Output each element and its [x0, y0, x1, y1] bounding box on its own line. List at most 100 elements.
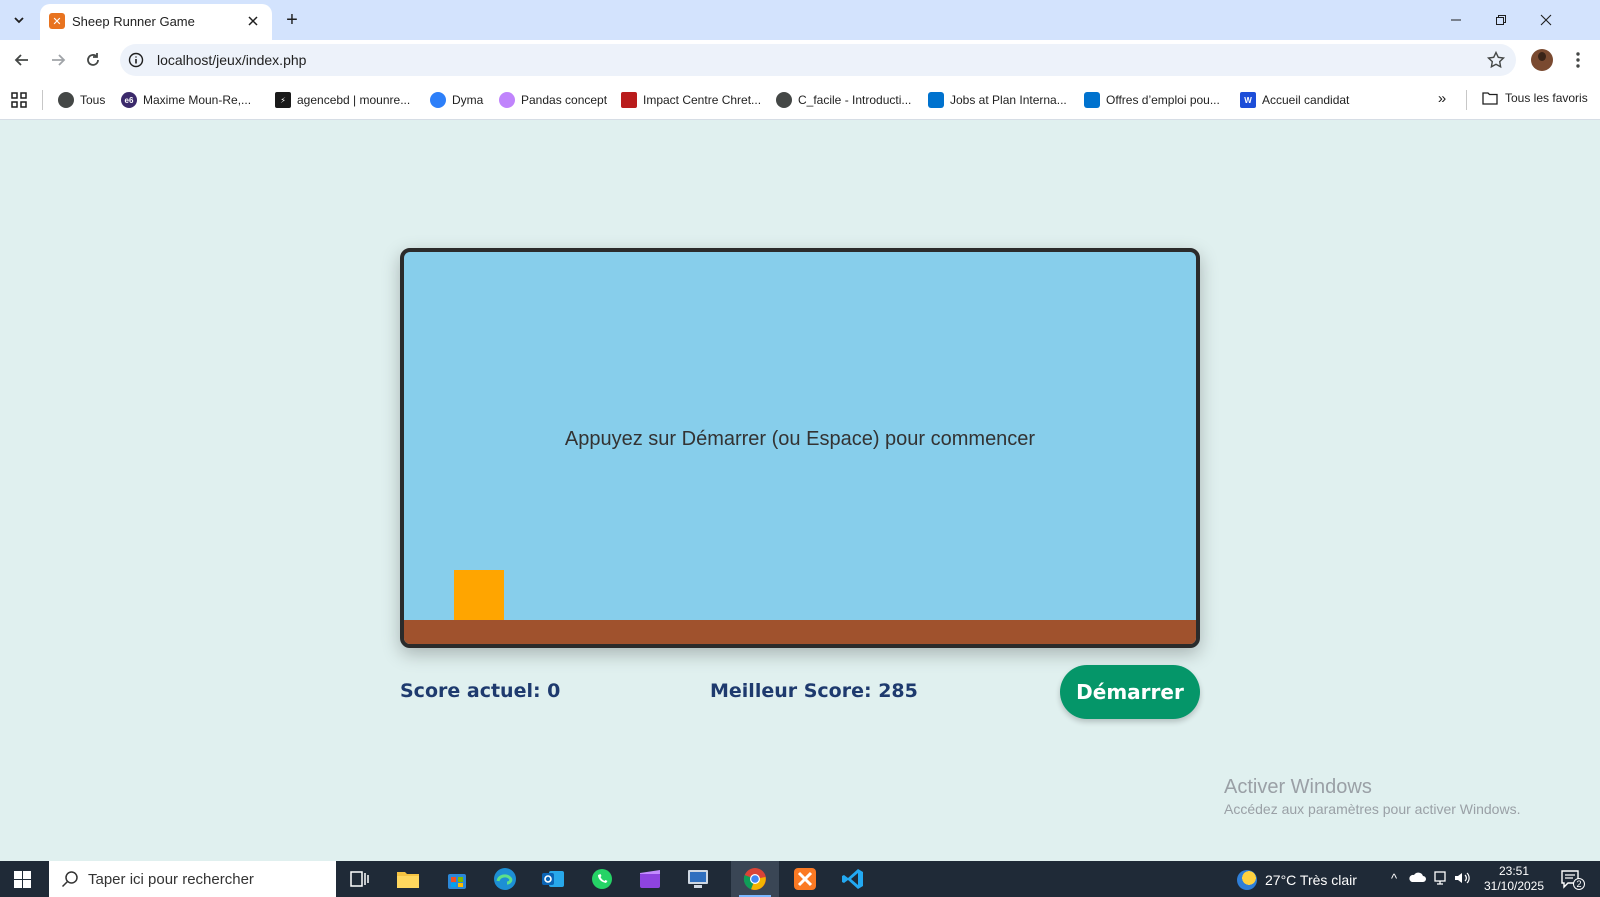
video-editor-icon[interactable] — [636, 865, 664, 893]
xampp-icon: ✕ — [49, 13, 65, 29]
chevron-double-right-icon: » — [1437, 90, 1447, 107]
bookmark-item[interactable]: e6 Maxime Moun-Re,... — [121, 91, 251, 109]
bookmark-label: Jobs at Plan Interna... — [950, 93, 1067, 107]
chevron-up-icon[interactable]: ^ — [1385, 870, 1403, 888]
bookmark-item[interactable]: Impact Centre Chret... — [621, 91, 761, 109]
taskbar-search[interactable]: Taper ici pour rechercher — [49, 861, 336, 897]
search-icon — [61, 871, 78, 888]
profile-avatar[interactable] — [1531, 49, 1553, 71]
dyma-icon — [430, 92, 446, 108]
agency-site-icon: ⚡ — [275, 92, 291, 108]
clock-time: 23:51 — [1498, 864, 1530, 878]
arrow-left-icon — [14, 54, 28, 66]
bookmark-label: C_facile - Introducti... — [798, 93, 912, 107]
watermark-title: Activer Windows — [1224, 776, 1372, 798]
tab-active[interactable]: ✕ Sheep Runner Game — [40, 4, 272, 40]
bookmark-label: agencebd | mounre... — [297, 93, 411, 107]
bookmark-label: Impact Centre Chret... — [643, 93, 762, 107]
weather-widget[interactable]: 27°C Très clair — [1237, 870, 1357, 890]
best-score: Meilleur Score: 285 — [710, 680, 918, 702]
onedrive-cloud-icon[interactable] — [1408, 870, 1426, 888]
minimize-button[interactable] — [1436, 6, 1476, 34]
close-icon — [1540, 14, 1552, 26]
tab-search-button[interactable] — [7, 8, 31, 32]
bookmark-item[interactable]: ⚡ agencebd | mounre... — [275, 91, 410, 109]
reload-button[interactable] — [81, 48, 105, 72]
plus-icon: + — [286, 9, 298, 31]
bookmark-star-icon[interactable] — [1486, 50, 1506, 70]
restore-button[interactable] — [1481, 6, 1521, 34]
back-button[interactable] — [10, 48, 34, 72]
forward-button[interactable] — [46, 48, 70, 72]
system-clock[interactable]: 23:51 31/10/2025 — [1478, 864, 1550, 894]
bookmark-item[interactable]: Tous — [58, 91, 105, 109]
globe-icon — [776, 92, 792, 108]
plan-international-icon — [1084, 92, 1100, 108]
address-bar[interactable]: localhost/jeux/index.php — [120, 44, 1516, 76]
bookmarks-bar: Tous e6 Maxime Moun-Re,... ⚡ agencebd | … — [0, 80, 1600, 120]
weather-moon-icon — [1237, 870, 1257, 890]
notification-count: 2 — [1573, 878, 1585, 890]
tab-title: Sheep Runner Game — [72, 14, 195, 29]
ground — [404, 620, 1196, 644]
bookmark-item[interactable]: Dyma — [430, 91, 483, 109]
task-view-icon[interactable] — [346, 865, 374, 893]
bookmark-item[interactable]: Pandas concept — [499, 91, 607, 109]
game-canvas[interactable]: Appuyez sur Démarrer (ou Espace) pour co… — [400, 248, 1200, 648]
bookmark-item[interactable]: Offres d’emploi pou... — [1084, 91, 1220, 109]
windows-activation-watermark: Activer Windows Accédez aux paramètres p… — [1224, 776, 1520, 817]
network-icon[interactable] — [1431, 870, 1449, 888]
bookmark-item[interactable]: Jobs at Plan Interna... — [928, 91, 1067, 109]
all-bookmarks-folder[interactable]: Tous les favoris — [1482, 91, 1588, 105]
tab-bar: ✕ Sheep Runner Game + — [0, 0, 1600, 40]
windows-taskbar: Taper ici pour rechercher 27°C Très clai… — [0, 861, 1600, 897]
windows-start-icon[interactable] — [14, 871, 31, 888]
bookmark-label: Offres d’emploi pou... — [1106, 93, 1220, 107]
whatsapp-icon[interactable] — [588, 865, 616, 893]
close-window-button[interactable] — [1526, 6, 1566, 34]
bookmark-label: Tous — [80, 93, 106, 107]
file-explorer-icon[interactable] — [394, 865, 422, 893]
divider — [42, 90, 43, 110]
profile-site-icon: e6 — [121, 92, 137, 108]
more-vert-icon[interactable] — [1568, 50, 1588, 70]
sheep-player — [454, 570, 504, 620]
watermark-subtitle: Accédez aux paramètres pour activer Wind… — [1224, 801, 1521, 817]
bookmark-label: Accueil candidat — [1262, 93, 1350, 107]
all-bookmarks-label: Tous les favoris — [1505, 91, 1588, 105]
outlook-icon[interactable] — [539, 865, 567, 893]
more-bookmarks-button[interactable]: » — [1432, 90, 1452, 110]
globe-icon — [58, 92, 74, 108]
new-tab-button[interactable]: + — [280, 9, 304, 33]
chrome-icon — [743, 868, 766, 890]
microsoft-store-icon[interactable] — [443, 865, 471, 893]
xampp-icon[interactable] — [791, 865, 819, 893]
workday-icon: W — [1240, 92, 1256, 108]
browser-toolbar: localhost/jeux/index.php — [0, 40, 1600, 80]
notification-center[interactable]: 2 — [1560, 869, 1585, 890]
start-button[interactable]: Démarrer — [1060, 665, 1200, 719]
tab-close-button[interactable] — [244, 12, 262, 30]
bookmark-label: Pandas concept — [521, 93, 608, 107]
remote-desktop-icon[interactable] — [684, 865, 712, 893]
edge-browser-icon[interactable] — [491, 865, 519, 893]
vscode-icon[interactable] — [839, 865, 867, 893]
close-icon — [248, 16, 258, 26]
pandas-icon — [499, 92, 515, 108]
chrome-taskbar-active[interactable] — [731, 861, 779, 897]
divider — [1466, 90, 1467, 110]
reload-icon — [87, 53, 99, 66]
current-score: Score actuel: 0 — [400, 680, 561, 702]
site-info-icon[interactable] — [128, 52, 144, 68]
arrow-right-icon — [52, 54, 66, 66]
search-placeholder: Taper ici pour rechercher — [88, 871, 254, 888]
volume-icon[interactable] — [1453, 870, 1471, 888]
plan-international-icon — [928, 92, 944, 108]
bookmark-label: Maxime Moun-Re,... — [143, 93, 252, 107]
bookmark-item[interactable]: W Accueil candidat — [1240, 91, 1349, 109]
bookmark-item[interactable]: C_facile - Introducti... — [776, 91, 911, 109]
apps-grid-icon[interactable] — [11, 92, 27, 108]
url-text[interactable]: localhost/jeux/index.php — [157, 52, 306, 68]
church-site-icon — [621, 92, 637, 108]
restore-icon — [1496, 15, 1506, 25]
